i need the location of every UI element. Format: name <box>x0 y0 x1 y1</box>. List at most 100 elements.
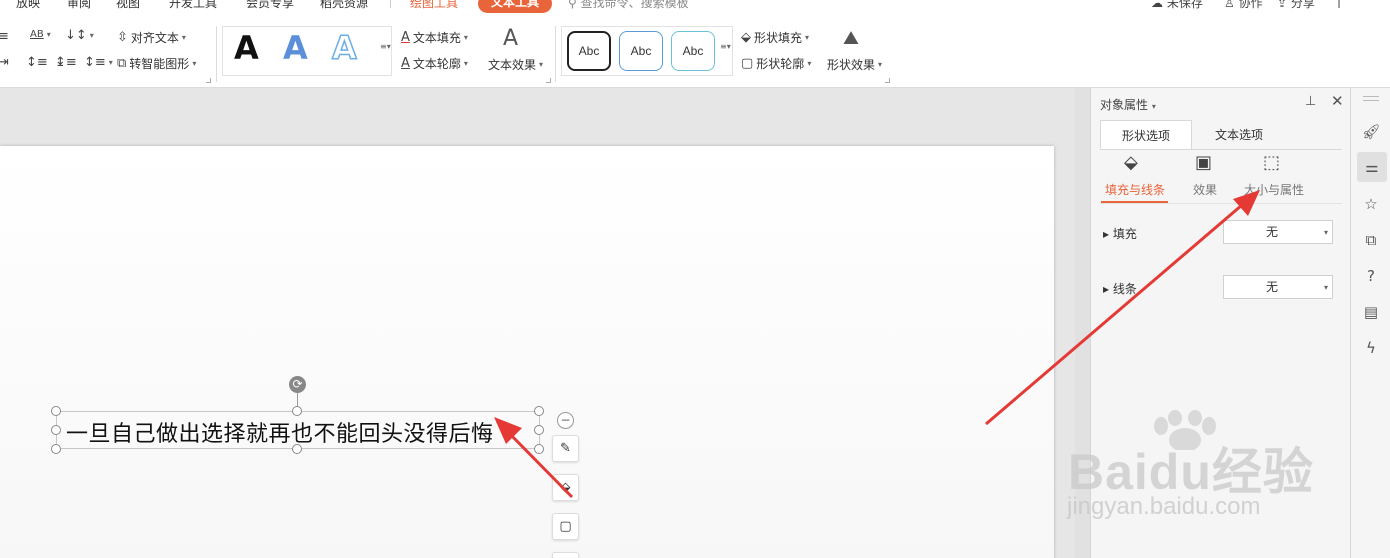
object-properties-pane: 对象属性 ▾ ⊥ ✕ 形状选项 文本选项 ⬙ ▣ ⬚ 填充与线条 效果 大小与属… <box>1090 88 1350 558</box>
tab-member[interactable]: 会员专享 <box>246 0 294 11</box>
wps-presentation-window: 放映 审阅 视图 开发工具 会员专享 稻壳资源 绘图工具 文本工具 ⚲ 查找命令… <box>0 0 1390 558</box>
collaborate-button[interactable]: ♙ 协作 <box>1224 0 1263 11</box>
subtab-fill-line[interactable]: 填充与线条 <box>1105 181 1165 198</box>
caret-right-icon: ▸ <box>1103 282 1110 296</box>
pin-icon[interactable]: ⊥ <box>1305 94 1316 109</box>
collapse-toolbar-icon[interactable]: − <box>557 412 574 429</box>
smart-idea-icon[interactable]: ✦ <box>552 552 579 558</box>
format-painter-icon[interactable]: ✎ <box>552 435 579 462</box>
shape-effect-icon[interactable]: ⛰ <box>843 27 859 49</box>
text-group-launcher[interactable] <box>546 78 551 83</box>
text-direction-icon: ↓↕ <box>65 28 87 43</box>
shape-effect-button[interactable]: 形状效果 ▾ <box>827 56 882 73</box>
slide[interactable]: ⟳ 一旦自己做出选择就再也不能回头没得后悔 − ✎ ⬙ ▢ ✦ <box>0 146 1054 558</box>
pane-title[interactable]: 对象属性 ▾ <box>1100 96 1156 113</box>
group-divider <box>216 26 217 82</box>
shape-style-blue[interactable]: Abc <box>619 31 663 71</box>
increase-spacing-icon[interactable]: ↕≡ <box>26 55 48 70</box>
star-icon[interactable]: ☆ <box>1359 192 1383 216</box>
art-style-black[interactable]: A <box>234 28 259 68</box>
textbox-text[interactable]: 一旦自己做出选择就再也不能回头没得后悔 <box>66 416 494 448</box>
subtab-divider <box>1100 203 1342 204</box>
image-tool-icon[interactable]: ▤ <box>1359 300 1383 324</box>
rotate-handle-icon[interactable]: ⟳ <box>289 376 306 393</box>
tab-divider <box>1100 149 1342 150</box>
tab-text-options[interactable]: 文本选项 <box>1195 120 1283 150</box>
art-style-blue[interactable]: A <box>283 28 308 68</box>
font-case-button[interactable]: AB ▾ <box>30 29 51 40</box>
art-gallery-more[interactable]: ≡▾ <box>380 42 391 51</box>
fill-select[interactable]: 无 ▾ <box>1223 220 1333 244</box>
rocket-icon[interactable]: 🚀︎ <box>1359 120 1383 144</box>
collapse-ribbon-icon[interactable]: ⌃ <box>1360 0 1370 8</box>
shape-group-launcher[interactable] <box>885 78 890 83</box>
unsaved-button[interactable]: ☁ 未保存 <box>1151 0 1203 11</box>
slides-icon[interactable]: ⧉ <box>1359 228 1383 252</box>
text-effect-icon[interactable]: A <box>503 26 518 51</box>
subtab-size-properties[interactable]: 大小与属性 <box>1244 181 1304 198</box>
subtab-effect[interactable]: 效果 <box>1193 181 1217 198</box>
resize-handle-bottom-right[interactable] <box>534 444 544 454</box>
text-fill-button[interactable]: A 文本填充 ▾ <box>401 29 468 46</box>
chevron-down-icon: ▾ <box>539 60 544 69</box>
align-text-button[interactable]: ⇳ 对齐文本 ▾ <box>117 29 186 46</box>
resize-handle-top-left[interactable] <box>51 406 61 416</box>
line-section-toggle[interactable]: ▸ 线条 <box>1103 280 1137 297</box>
text-effect-label: 文本效果 <box>488 58 537 72</box>
shape-fill-label: 形状填充 <box>754 31 803 45</box>
chevron-down-icon: ▾ <box>1151 102 1156 111</box>
line-select[interactable]: 无 ▾ <box>1223 275 1333 299</box>
text-direction-button[interactable]: ↓↕ ▾ <box>65 28 94 43</box>
more-actions-separator: | <box>1337 0 1342 8</box>
text-effect-button[interactable]: 文本效果 ▾ <box>488 56 543 73</box>
align-text-label: 对齐文本 <box>130 31 179 45</box>
help-icon[interactable]: ? <box>1359 264 1383 288</box>
smart-shape-button[interactable]: ⧉ 转智能图形 ▾ <box>117 55 196 72</box>
chevron-down-icon: ▾ <box>192 59 197 68</box>
resize-handle-top-right[interactable] <box>534 406 544 416</box>
resize-handle-right[interactable] <box>534 425 544 435</box>
text-outline-button[interactable]: A 文本轮廓 ▾ <box>401 55 468 72</box>
lightning-icon[interactable]: ϟ <box>1359 336 1383 360</box>
tab-view[interactable]: 视图 <box>116 0 140 11</box>
size-properties-icon[interactable]: ⬚ <box>1263 152 1280 173</box>
command-search[interactable]: ⚲ 查找命令、搜索模板 <box>568 0 689 11</box>
shape-gallery-more[interactable]: ≡▾ <box>720 42 731 51</box>
group-divider <box>555 26 556 82</box>
tab-slideshow[interactable]: 放映 <box>16 0 40 11</box>
resize-handle-bottom-left[interactable] <box>51 444 61 454</box>
search-icon: ⚲ <box>568 0 577 10</box>
fill-bucket-icon[interactable]: ⬙ <box>552 474 579 501</box>
shape-style-teal[interactable]: Abc <box>671 31 715 71</box>
resize-handle-bottom[interactable] <box>292 444 302 454</box>
vertical-scrollbar[interactable] <box>1075 88 1090 558</box>
tab-docer-resources[interactable]: 稻壳资源 <box>320 0 368 11</box>
chevron-down-icon: ▾ <box>878 60 883 69</box>
art-style-outline[interactable]: A <box>331 28 357 68</box>
tab-review[interactable]: 审阅 <box>67 0 91 11</box>
shape-fill-button[interactable]: ⬙ 形状填充 ▾ <box>741 29 809 46</box>
fill-section-toggle[interactable]: ▸ 填充 <box>1103 225 1137 242</box>
indent-icon[interactable]: ⇥ <box>0 55 9 70</box>
share-button[interactable]: ⇪ 分享 <box>1277 0 1315 11</box>
paragraph-group-launcher[interactable] <box>206 78 211 83</box>
chevron-down-icon: ▾ <box>1323 283 1328 292</box>
resize-handle-left[interactable] <box>51 425 61 435</box>
outline-icon[interactable]: ▢ <box>552 513 579 540</box>
share-icon: ⇪ <box>1277 0 1288 10</box>
tab-drawing-tools[interactable]: 绘图工具 <box>410 0 458 11</box>
line-spacing-button[interactable]: ↕≡ ▾ <box>84 55 113 70</box>
shape-outline-button[interactable]: ▢ 形状轮廓 ▾ <box>741 55 811 72</box>
sliders-icon[interactable]: ⚌ <box>1357 152 1387 182</box>
tab-shape-options[interactable]: 形状选项 <box>1100 120 1192 150</box>
chevron-down-icon: ▾ <box>1323 228 1328 237</box>
close-icon[interactable]: ✕ <box>1331 92 1344 110</box>
decrease-spacing-icon[interactable]: ↨≡ <box>55 55 77 70</box>
fill-line-icon[interactable]: ⬙ <box>1124 152 1138 173</box>
align-left-icon[interactable]: ≡ <box>0 29 9 44</box>
effect-icon[interactable]: ▣ <box>1195 152 1212 173</box>
tab-text-tools[interactable]: 文本工具 <box>478 0 553 13</box>
shape-style-dark[interactable]: Abc <box>567 31 611 71</box>
resize-handle-top[interactable] <box>292 406 302 416</box>
tab-developer[interactable]: 开发工具 <box>169 0 217 11</box>
